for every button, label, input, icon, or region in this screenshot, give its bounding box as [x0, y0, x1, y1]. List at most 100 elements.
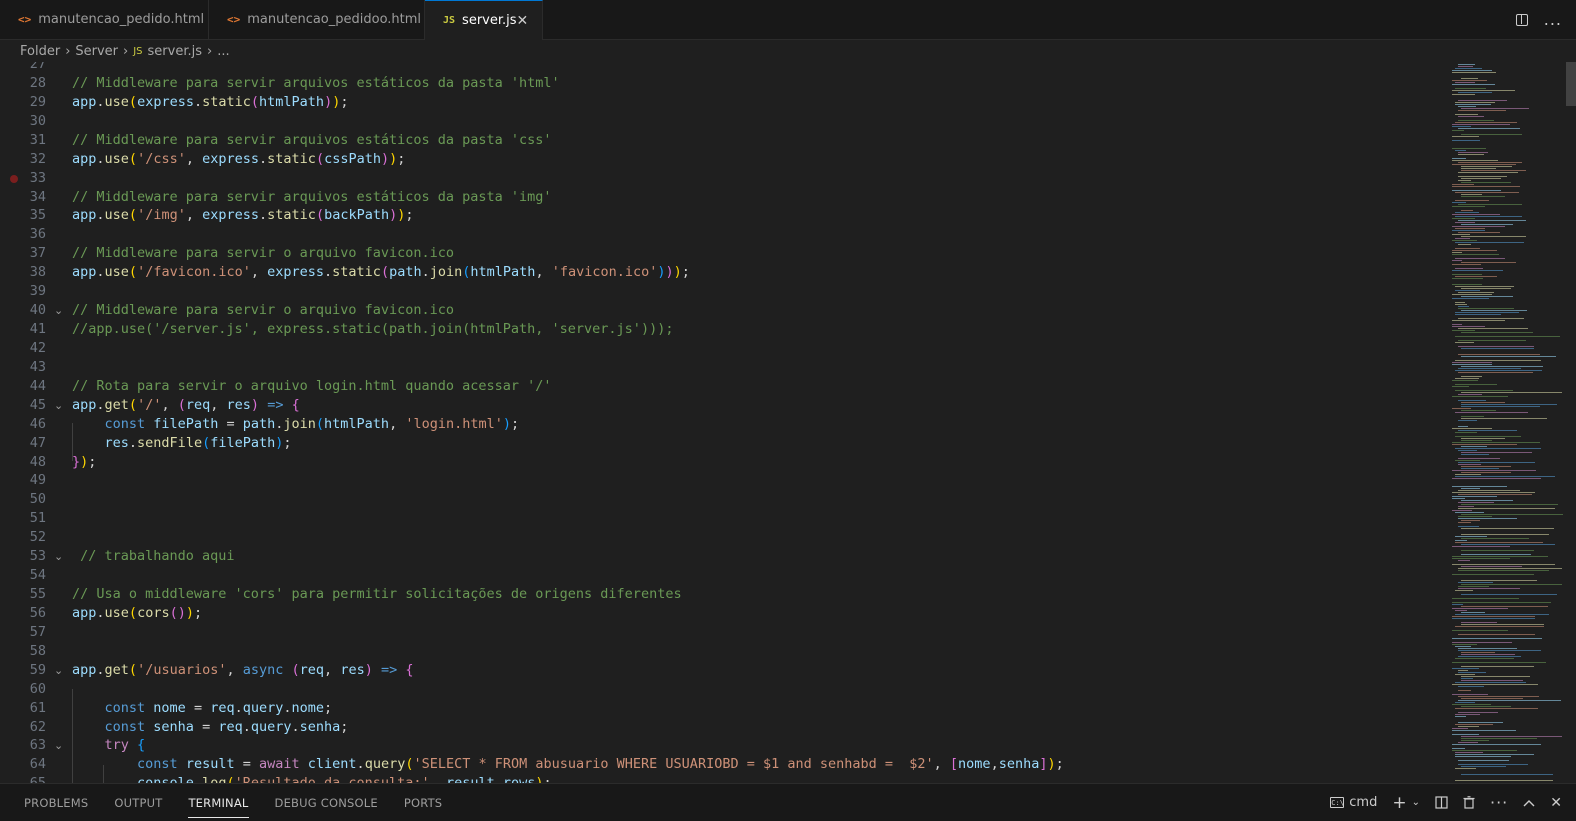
code-line[interactable]: 53 ⌄ // trabalhando aqui — [0, 547, 1448, 566]
code-line[interactable]: 43 — [0, 358, 1448, 377]
code-line[interactable]: 36 — [0, 225, 1448, 244]
code-line[interactable]: 34 // Middleware para servir arquivos est… — [0, 188, 1448, 207]
line-number: 40 — [29, 302, 46, 319]
code-line[interactable]: 35 app.use('/img', express.static(backPat… — [0, 206, 1448, 225]
tab-debug-console[interactable]: DEBUG CONSOLE — [275, 796, 378, 810]
code-line[interactable]: 58 — [0, 642, 1448, 661]
minimap-line — [1452, 734, 1479, 735]
code-line[interactable]: 28 // Middleware para servir arquivos est… — [0, 74, 1448, 93]
tab-manutencao-pedido-html[interactable]: <> manutencao_pedido.html — [0, 0, 209, 39]
code-line[interactable]: 42 — [0, 339, 1448, 358]
maximize-panel-icon[interactable] — [1523, 799, 1535, 807]
code-line[interactable]: 54 — [0, 566, 1448, 585]
code-line[interactable]: 33 — [0, 169, 1448, 188]
minimap-line — [1461, 666, 1534, 667]
code-line[interactable]: 65 console.log('Resultado da consulta:',… — [0, 774, 1448, 783]
code-token: path — [389, 264, 422, 281]
chevron-down-icon[interactable]: ⌄ — [1412, 797, 1420, 808]
tab-ports[interactable]: PORTS — [404, 796, 442, 810]
minimap-line — [1455, 390, 1514, 391]
breadcrumb-file[interactable]: server.js — [148, 44, 202, 59]
code-text: app.use('/css', express.static(cssPath))… — [72, 150, 405, 169]
code-line[interactable]: 52 — [0, 528, 1448, 547]
more-actions-icon[interactable]: ··· — [1490, 793, 1508, 812]
code-token: . — [259, 207, 268, 224]
code-line[interactable]: 48}); — [0, 453, 1448, 472]
fold-chevron-icon[interactable]: ⌄ — [54, 661, 63, 680]
code-line[interactable]: 55 // Usa o middleware 'cors' para permit… — [0, 585, 1448, 604]
split-editor-icon[interactable] — [1515, 13, 1528, 26]
fold-chevron-icon[interactable]: ⌄ — [54, 396, 63, 415]
fold-chevron-icon[interactable]: ⌄ — [54, 736, 63, 755]
code-line[interactable]: 44 // Rota para servir o arquivo login.ht… — [0, 377, 1448, 396]
new-terminal-icon[interactable]: + — [1392, 793, 1406, 813]
code-line[interactable]: 38 app.use('/favicon.ico', express.static… — [0, 263, 1448, 282]
code-line[interactable]: 61 const nome = req.query.nome; — [0, 699, 1448, 718]
more-actions-icon[interactable]: ... — [1544, 10, 1562, 29]
minimap-line — [1461, 134, 1522, 135]
code-line[interactable]: 51 — [0, 509, 1448, 528]
minimap-line — [1461, 736, 1562, 737]
code-line[interactable]: 59 ⌄ app.get('/usuarios', async (req, res)… — [0, 661, 1448, 680]
code-line[interactable]: 64 const result = await client.query('SE… — [0, 755, 1448, 774]
minimap-line — [1452, 294, 1492, 295]
code-token: ( — [128, 207, 138, 224]
minimap-line — [1461, 550, 1534, 551]
fold-chevron-icon[interactable]: ⌄ — [54, 301, 63, 320]
code-line[interactable]: 32 app.use('/css', express.static(cssPath… — [0, 150, 1448, 169]
minimap-line — [1458, 180, 1472, 181]
code-token: '/favicon.ico' — [137, 264, 251, 281]
code-token: // Middleware para servir o arquivo favi… — [72, 245, 455, 262]
code-line[interactable]: 29 app.use(express.static(htmlPath)); — [0, 93, 1448, 112]
tab-output[interactable]: OUTPUT — [114, 796, 162, 810]
code-line[interactable]: 30 — [0, 112, 1448, 131]
code-line[interactable]: 46 const filePath = path.join(htmlPath, … — [0, 415, 1448, 434]
minimap-line — [1452, 278, 1484, 279]
code-line[interactable]: 31 // Middleware para servir arquivos est… — [0, 131, 1448, 150]
terminal-selector[interactable]: C:\ cmd — [1330, 795, 1377, 810]
code-line[interactable]: 39 — [0, 282, 1448, 301]
code-line[interactable]: 57 — [0, 623, 1448, 642]
code-line[interactable]: 47 res.sendFile(filePath); — [0, 434, 1448, 453]
breadcrumb-server[interactable]: Server — [75, 44, 118, 59]
code-token: . — [193, 93, 203, 110]
line-number: 29 — [29, 93, 46, 110]
scrollbar-thumb[interactable] — [1566, 62, 1576, 106]
tab-server-js[interactable]: JS server.js ✕ — [425, 0, 543, 40]
code-token: join — [429, 264, 463, 281]
code-line[interactable]: 41 //app.use('/server.js', express.static… — [0, 320, 1448, 339]
minimap[interactable] — [1450, 62, 1566, 783]
code-line[interactable]: 50 — [0, 490, 1448, 509]
minimap-line — [1458, 650, 1541, 651]
code-line[interactable]: 45 ⌄ app.get('/', (req, res) => { — [0, 396, 1448, 415]
tab-problems[interactable]: PROBLEMS — [24, 796, 88, 810]
minimap-line — [1461, 402, 1505, 403]
code-line[interactable]: 49 — [0, 471, 1448, 490]
minimap-line — [1461, 224, 1514, 225]
trash-icon[interactable] — [1463, 796, 1475, 809]
minimap-line — [1452, 140, 1480, 141]
code-line[interactable]: 62 const senha = req.query.senha; — [0, 718, 1448, 737]
breadcrumb-folder[interactable]: Folder — [20, 44, 60, 59]
code-line[interactable]: 56 app.use(cors()); — [0, 604, 1448, 623]
code-line[interactable]: 63 ⌄ try { — [0, 736, 1448, 755]
vertical-scrollbar[interactable] — [1566, 62, 1576, 783]
tab-manutencao-pedidoo-html[interactable]: <> manutencao_pedidoo.html — [209, 0, 425, 39]
fold-chevron-icon[interactable]: ⌄ — [54, 547, 63, 566]
panel-tab-bar: PROBLEMS OUTPUT TERMINAL DEBUG CONSOLE P… — [0, 783, 1576, 821]
minimap-line — [1452, 750, 1518, 751]
split-terminal-icon[interactable] — [1435, 796, 1448, 809]
minimap-line — [1455, 370, 1542, 371]
code-line[interactable]: 60 — [0, 680, 1448, 699]
minimap-line — [1452, 428, 1492, 429]
code-line[interactable]: 37 // Middleware para servir o arquivo fa… — [0, 244, 1448, 263]
minimap-line — [1452, 478, 1542, 479]
code-token: express — [202, 150, 260, 167]
code-line[interactable]: 27 — [0, 62, 1448, 74]
breadcrumb-more[interactable]: ... — [217, 44, 229, 59]
code-editor[interactable]: 27 28 // Middleware para servir arquivos e… — [0, 62, 1448, 783]
code-line[interactable]: 40 ⌄ // Middleware para servir o arquivo f… — [0, 301, 1448, 320]
close-panel-icon[interactable]: ✕ — [1550, 795, 1562, 811]
close-icon[interactable]: ✕ — [517, 13, 529, 29]
tab-terminal[interactable]: TERMINAL — [188, 796, 249, 818]
